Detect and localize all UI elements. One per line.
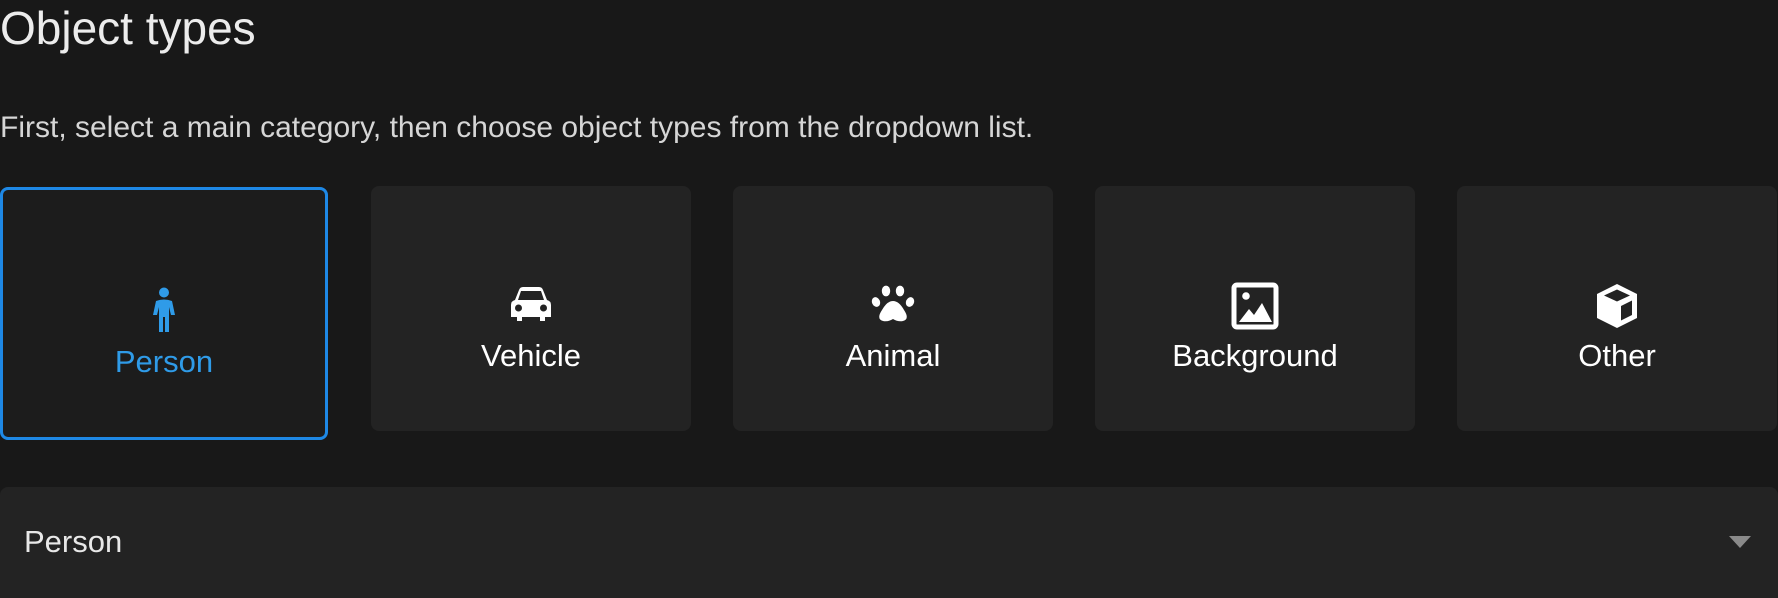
cube-icon [1597, 284, 1637, 328]
category-label-background: Background [1172, 338, 1338, 373]
category-label-animal: Animal [845, 338, 941, 373]
category-card-background[interactable]: Background [1095, 186, 1415, 431]
category-card-vehicle[interactable]: Vehicle [371, 186, 691, 431]
category-card-person[interactable]: Person [0, 187, 328, 440]
chevron-down-icon[interactable] [1728, 535, 1752, 549]
page-title: Object types [0, 2, 256, 54]
image-icon [1231, 282, 1279, 330]
car-icon [511, 287, 551, 321]
category-card-animal[interactable]: Animal [733, 186, 1053, 431]
category-label-person: Person [114, 344, 214, 379]
category-card-other[interactable]: Other [1457, 186, 1777, 431]
dropdown-selected-value: Person [24, 524, 123, 559]
paw-icon [871, 285, 915, 322]
object-type-dropdown[interactable]: Person [0, 487, 1778, 598]
category-label-other: Other [1578, 338, 1656, 373]
category-label-vehicle: Vehicle [481, 338, 581, 373]
person-icon [153, 287, 175, 332]
page-description: First, select a main category, then choo… [0, 111, 1034, 144]
category-selector: Person Vehicle Animal Background Other [0, 186, 1778, 440]
